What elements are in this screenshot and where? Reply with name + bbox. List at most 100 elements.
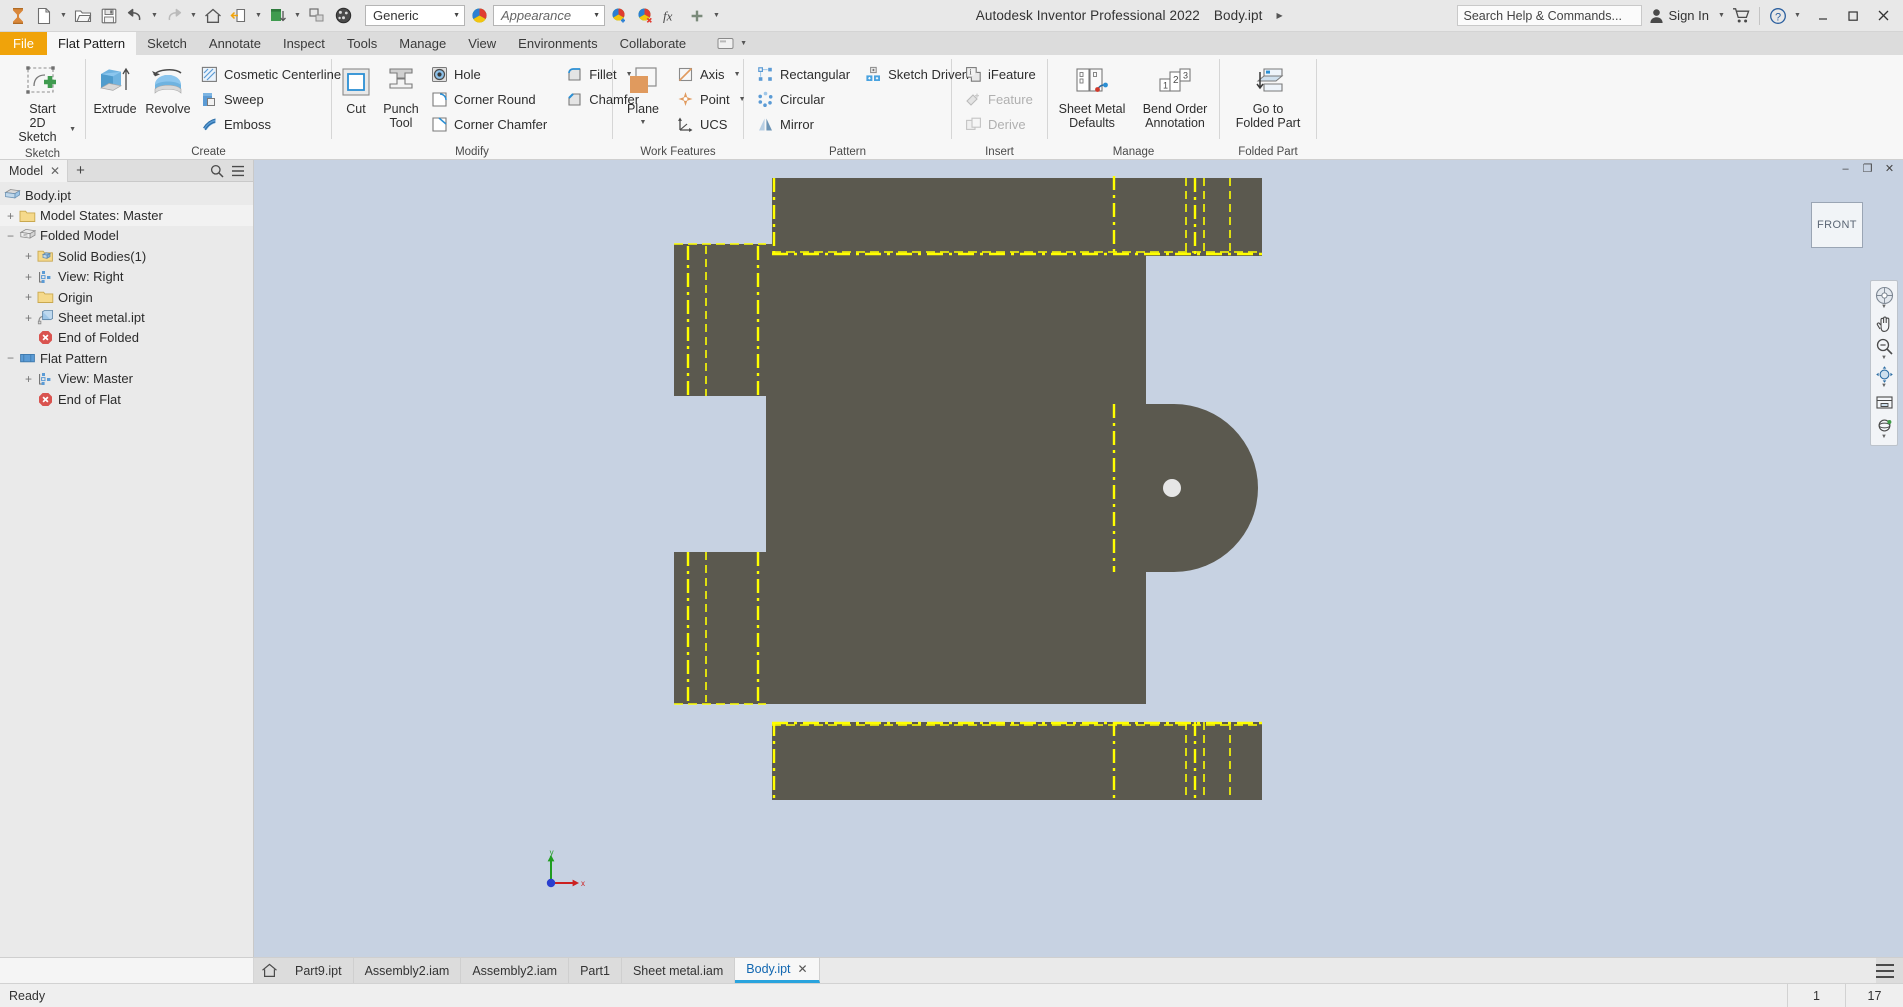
viewport-minimize-button[interactable]: – xyxy=(1839,163,1852,175)
cart-icon[interactable] xyxy=(1729,4,1753,28)
browser-menu-icon[interactable] xyxy=(229,162,247,180)
revolve-button[interactable]: Revolve xyxy=(142,60,194,117)
tab-tools[interactable]: Tools xyxy=(336,32,388,55)
tab-view[interactable]: View xyxy=(457,32,507,55)
new-file-dropdown-caret[interactable]: ▼ xyxy=(58,4,69,28)
tab-annotate[interactable]: Annotate xyxy=(198,32,272,55)
cut-button[interactable]: Cut xyxy=(335,60,377,117)
tab-environments[interactable]: Environments xyxy=(507,32,608,55)
punch-tool-button[interactable]: Punch Tool xyxy=(378,60,424,131)
mirror-button[interactable]: Mirror xyxy=(751,112,856,137)
chevron-down-icon[interactable]: ▼ xyxy=(1881,435,1887,440)
viewport-restore-button[interactable]: ❐ xyxy=(1861,162,1874,175)
material-sphere-icon[interactable] xyxy=(331,4,355,28)
pan-hand-icon[interactable] xyxy=(1872,312,1896,335)
tree-item-model-states[interactable]: + Model States: Master xyxy=(0,205,253,225)
chevron-down-icon[interactable]: ▼ xyxy=(640,116,647,130)
new-file-icon[interactable] xyxy=(32,4,56,28)
tab-inspect[interactable]: Inspect xyxy=(272,32,336,55)
appearance-selector[interactable]: Appearance ▼ xyxy=(493,5,605,26)
help-icon[interactable]: ? xyxy=(1766,4,1790,28)
open-file-icon[interactable] xyxy=(71,4,95,28)
view-cube[interactable]: FRONT xyxy=(1811,202,1863,248)
doc-tab-sheet-metal-iam[interactable]: Sheet metal.iam xyxy=(622,958,735,983)
point-button[interactable]: Point ▼ xyxy=(671,87,752,112)
go-to-folded-part-button[interactable]: Go to Folded Part xyxy=(1226,60,1310,131)
title-dropdown-caret[interactable]: ▶ xyxy=(1276,8,1282,23)
help-dropdown-caret[interactable]: ▼ xyxy=(1792,4,1803,28)
browser-tab-model[interactable]: Model ✕ xyxy=(0,160,68,182)
viewport-close-button[interactable]: ✕ xyxy=(1883,162,1896,175)
chevron-down-icon[interactable]: ▼ xyxy=(1881,384,1887,389)
hole-button[interactable]: Hole xyxy=(425,62,553,87)
update-dropdown-caret[interactable]: ▼ xyxy=(292,4,303,28)
return-icon[interactable] xyxy=(227,4,251,28)
redo-icon[interactable] xyxy=(162,4,186,28)
tree-item-folded-model[interactable]: − Folded Model xyxy=(0,226,253,246)
appearance-add-icon[interactable] xyxy=(607,4,631,28)
search-input[interactable]: Search Help & Commands... xyxy=(1457,5,1642,26)
full-navigation-wheel-icon[interactable]: ▼ xyxy=(1872,284,1896,312)
browser-search-icon[interactable] xyxy=(208,162,226,180)
redo-dropdown-caret[interactable]: ▼ xyxy=(188,4,199,28)
tree-item-origin[interactable]: + Origin xyxy=(0,287,253,307)
inventor-logo-icon[interactable] xyxy=(6,4,30,28)
sign-in-dropdown-caret[interactable]: ▼ xyxy=(1716,4,1727,28)
constrained-orbit-icon[interactable]: ▼ xyxy=(1872,414,1896,442)
tree-item-view-master[interactable]: + View: Master xyxy=(0,369,253,389)
parameters-fx-icon[interactable]: fx xyxy=(659,4,683,28)
chevron-down-icon[interactable]: ▼ xyxy=(734,71,741,78)
return-dropdown-caret[interactable]: ▼ xyxy=(253,4,264,28)
expander-icon[interactable]: − xyxy=(3,351,18,366)
doc-tab-body-ipt[interactable]: Body.ipt ✕ xyxy=(735,958,819,983)
start-2d-sketch-button[interactable]: Start 2D Sketch ▼ xyxy=(3,60,82,145)
home-tab-button[interactable] xyxy=(254,958,284,983)
corner-round-button[interactable]: Corner Round xyxy=(425,87,553,112)
circular-pattern-button[interactable]: Circular xyxy=(751,87,856,112)
close-icon[interactable]: ✕ xyxy=(50,164,60,178)
bend-order-annotation-button[interactable]: 1 2 3 Bend Order Annotation xyxy=(1134,60,1216,131)
doc-tab-assembly2-a[interactable]: Assembly2.iam xyxy=(354,958,462,983)
flat-pattern-geometry[interactable] xyxy=(654,174,1754,804)
extrude-button[interactable]: Extrude xyxy=(89,60,141,117)
tab-flat-pattern[interactable]: Flat Pattern xyxy=(47,32,136,55)
maximize-button[interactable] xyxy=(1839,3,1867,29)
rectangular-pattern-button[interactable]: Rectangular xyxy=(751,62,856,87)
undo-dropdown-caret[interactable]: ▼ xyxy=(149,4,160,28)
material-selector[interactable]: Generic ▼ xyxy=(365,5,465,26)
tree-item-flat-pattern[interactable]: − Flat Pattern xyxy=(0,348,253,368)
orbit-icon[interactable]: ▼ xyxy=(1872,363,1896,391)
tree-item-sheet-metal-ipt[interactable]: + Sheet metal.ipt xyxy=(0,307,253,327)
tree-item-body-ipt[interactable]: Body.ipt xyxy=(0,185,253,205)
plane-button[interactable]: Plane ▼ xyxy=(616,60,670,131)
tree-item-end-of-flat[interactable]: End of Flat xyxy=(0,389,253,409)
tab-collaborate[interactable]: Collaborate xyxy=(609,32,698,55)
close-button[interactable] xyxy=(1869,3,1897,29)
sweep-button[interactable]: Sweep xyxy=(195,87,347,112)
emboss-button[interactable]: Emboss xyxy=(195,112,347,137)
doc-tab-part9[interactable]: Part9.ipt xyxy=(284,958,354,983)
chevron-down-icon[interactable]: ▼ xyxy=(1881,305,1887,310)
expander-icon[interactable]: + xyxy=(21,249,36,264)
save-icon[interactable] xyxy=(97,4,121,28)
add-browser-tab-button[interactable]: + xyxy=(68,160,93,182)
add-plus-icon[interactable] xyxy=(685,4,709,28)
qat-overflow-icon[interactable]: ▼ xyxy=(711,4,722,28)
sign-in-button[interactable]: Sign In xyxy=(1644,8,1714,24)
undo-icon[interactable] xyxy=(123,4,147,28)
update-icon[interactable] xyxy=(266,4,290,28)
expander-icon[interactable]: + xyxy=(21,371,36,386)
tree-item-view-right[interactable]: + View: Right xyxy=(0,267,253,287)
minimize-button[interactable] xyxy=(1809,3,1837,29)
select-icon[interactable] xyxy=(305,4,329,28)
doc-tab-assembly2-b[interactable]: Assembly2.iam xyxy=(461,958,569,983)
close-icon[interactable]: ✕ xyxy=(798,962,808,976)
expander-icon[interactable]: − xyxy=(3,228,18,243)
appearance-sphere-icon[interactable] xyxy=(467,4,491,28)
corner-chamfer-button[interactable]: Corner Chamfer xyxy=(425,112,553,137)
ucs-button[interactable]: UCS xyxy=(671,112,752,137)
cosmetic-centerline-button[interactable]: Cosmetic Centerline xyxy=(195,62,347,87)
axis-button[interactable]: Axis ▼ xyxy=(671,62,752,87)
home-icon[interactable] xyxy=(201,4,225,28)
doc-tabs-menu-icon[interactable] xyxy=(1876,964,1894,978)
